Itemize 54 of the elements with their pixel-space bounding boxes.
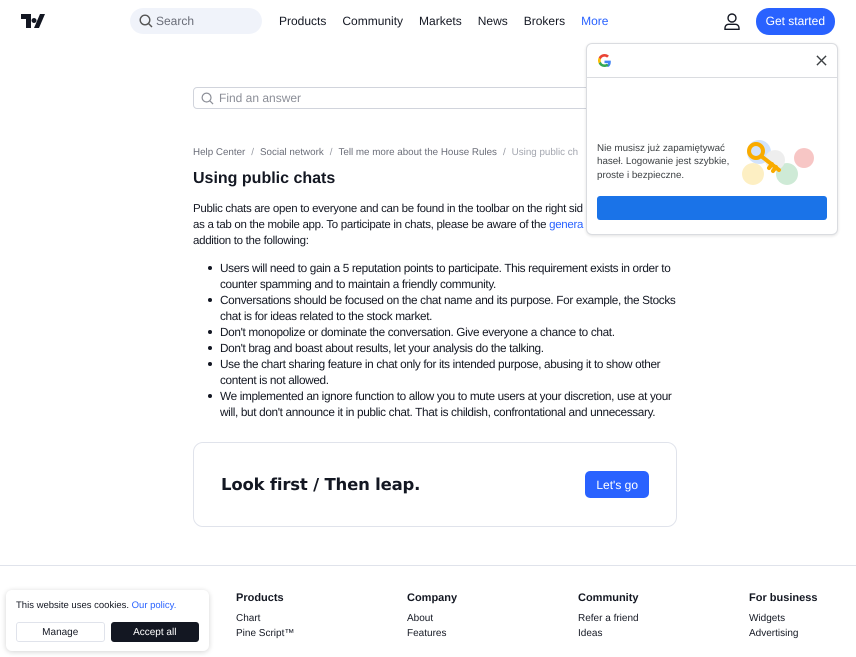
footer-link[interactable]: Advertising <box>749 628 849 640</box>
cookie-notice: This website uses cookies. Our policy. <box>16 600 178 611</box>
nav-link[interactable]: Brokers <box>516 14 574 28</box>
rule-text: Don't monopolize or dominate the conversation. Give everyone a chance to chat. <box>220 324 616 340</box>
rule-text: Conversations should be focused on the chat name and its purpose. For example, the Stocks chat is for ideas related to the stock market. <box>220 292 676 324</box>
accept-button[interactable]: Accept all <box>110 622 199 642</box>
key-drawing <box>742 140 814 185</box>
breadcrumb-link[interactable]: Tell me more about the House Rules <box>338 147 497 158</box>
breadcrumb-link[interactable]: Help Center <box>193 147 246 158</box>
google-logo-icon <box>598 54 611 67</box>
footer-heading: For business <box>749 592 818 605</box>
article-title: Using public chats <box>193 170 336 188</box>
manage-button[interactable]: Manage <box>16 622 104 642</box>
rule-text: Users will need to gain a 5 reputation points to participate. This requirement exists in order to counter spamming and to maintain a friendly community. <box>220 260 672 292</box>
policy-link[interactable]: Our policy. <box>132 600 176 611</box>
footer-heading: Company <box>407 592 458 605</box>
get-started-button[interactable]: Get started <box>756 8 835 34</box>
logo-icon[interactable] <box>21 14 45 28</box>
slogan: Look first / Then leap. <box>221 475 420 494</box>
rule-text: We implemented an ignore function to allow you to mute users at your discretion, use at your will, but don't announce it in public chat. That is childish, confrontational and unnecessary. <box>220 388 673 420</box>
breadcrumb-separator: / <box>330 147 332 158</box>
footer-link[interactable]: About <box>407 613 578 625</box>
footer-link[interactable]: Widgets <box>749 613 849 625</box>
bullet-icon <box>208 330 212 334</box>
breadcrumb-separator: / <box>502 147 506 158</box>
footer-heading: Products <box>236 592 285 605</box>
search-icon <box>201 92 214 105</box>
close-icon[interactable] <box>816 55 827 66</box>
footer-link[interactable]: Chart <box>236 613 407 625</box>
breadcrumb-link[interactable]: Social network <box>260 147 324 158</box>
breadcrumb-separator: / <box>251 147 254 158</box>
rule-text: Use the chart sharing feature in chat only for its intended purpose, abusing it to show other content is not allowed. <box>220 356 662 388</box>
nav-link[interactable]: News <box>470 14 516 28</box>
nav-link[interactable]: Community <box>334 14 412 28</box>
popup-message: Nie musisz już zapamiętywać haseł. Logowanie jest szybkie, proste i bezpieczne. <box>597 142 730 182</box>
nav-link[interactable]: More <box>573 14 616 28</box>
bullet-icon <box>208 266 212 270</box>
user-icon[interactable] <box>724 12 740 30</box>
nav-link[interactable]: Products <box>271 14 334 28</box>
footer-heading: Community <box>578 592 640 605</box>
footer-link[interactable]: Pine Script™ <box>236 628 407 640</box>
search-field[interactable]: Search <box>130 8 262 34</box>
nav-link[interactable]: Markets <box>411 14 470 28</box>
guidelines-link[interactable]: genera <box>549 219 584 231</box>
bullet-icon <box>208 394 212 398</box>
lets-go-button[interactable]: Let's go <box>585 471 649 498</box>
search-icon <box>139 14 153 28</box>
footer-link[interactable]: Refer a friend <box>578 613 749 625</box>
bullet-icon <box>208 362 212 366</box>
rule-text: Don't brag and boast about results, let your analysis do the talking. <box>220 340 545 356</box>
footer-link[interactable]: Features <box>407 628 578 640</box>
bullet-icon <box>208 346 212 350</box>
footer-link[interactable]: Ideas <box>578 628 749 640</box>
bullet-icon <box>208 298 212 302</box>
